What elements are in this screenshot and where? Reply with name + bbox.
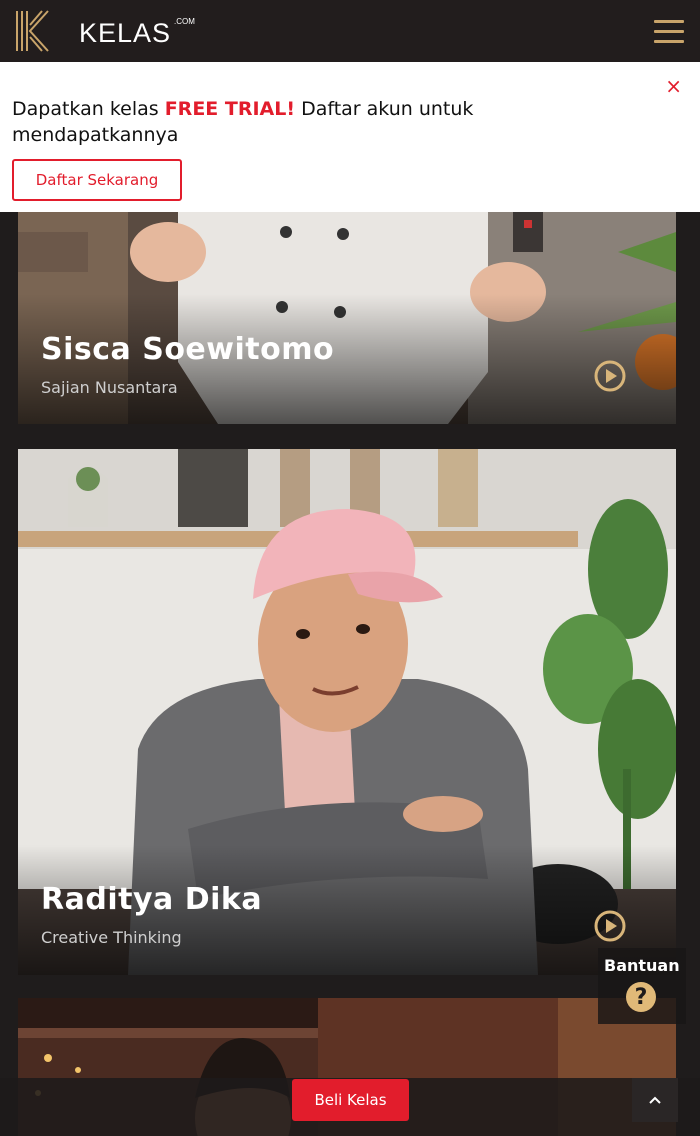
course-subtitle: Creative Thinking [41, 928, 182, 947]
top-header: KELAS .COM [0, 0, 700, 62]
banner-message: Dapatkan kelas FREE TRIAL! Daftar akun u… [12, 96, 612, 148]
chevron-up-icon[interactable] [632, 1078, 678, 1122]
close-icon[interactable]: × [665, 76, 682, 96]
menu-icon[interactable] [654, 20, 684, 46]
course-instructor-name: Raditya Dika [41, 882, 263, 917]
banner-text-highlight: FREE TRIAL! [164, 98, 296, 120]
brand-suffix: .COM [174, 17, 195, 26]
play-icon[interactable] [594, 360, 626, 392]
help-icon: ? [626, 982, 656, 1012]
brand-name: KELAS [79, 18, 172, 48]
banner-text-before: Dapatkan kelas [12, 98, 165, 120]
page: KELAS .COM Sisca Soewitomo Sajian Nusant… [0, 0, 700, 1136]
help-widget[interactable]: Bantuan ? [598, 948, 686, 1024]
course-subtitle: Sajian Nusantara [41, 378, 178, 397]
play-icon[interactable] [594, 910, 626, 942]
course-card[interactable]: Raditya Dika Creative Thinking [18, 449, 676, 975]
register-now-button[interactable]: Daftar Sekarang [12, 159, 182, 201]
course-card[interactable]: Sisca Soewitomo Sajian Nusantara [18, 212, 676, 424]
help-label: Bantuan [604, 956, 680, 975]
free-trial-banner: × Dapatkan kelas FREE TRIAL! Daftar akun… [0, 62, 700, 212]
logo-icon[interactable] [14, 8, 54, 54]
buy-class-button[interactable]: Beli Kelas [292, 1079, 409, 1121]
course-instructor-name: Sisca Soewitomo [41, 332, 335, 367]
